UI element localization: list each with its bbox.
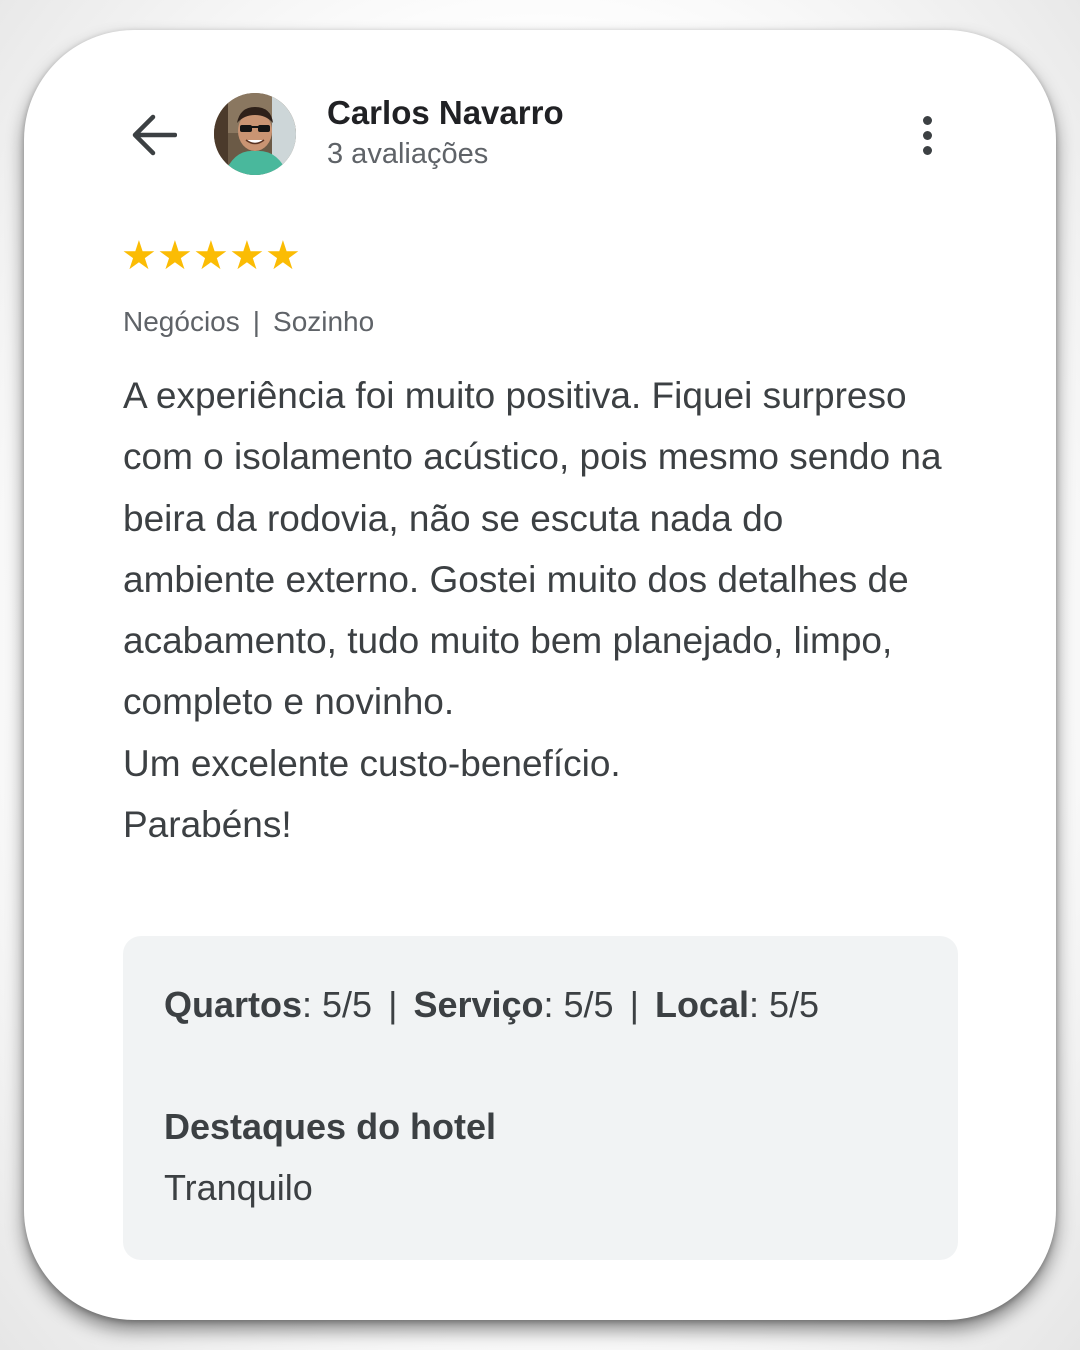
review-paragraph: Parabéns! [123, 804, 292, 846]
rating-value-service: : 5/5 [543, 984, 614, 1025]
more-vert-icon-dot [922, 130, 932, 140]
review-card: Carlos Navarro 3 avaliações ★ ★ ★ ★ ★ Negóci… [24, 30, 1056, 1320]
highlights-value: Tranquilo [164, 1167, 313, 1208]
rating-value-rooms: : 5/5 [302, 984, 373, 1025]
more-vert-icon-dot [922, 115, 932, 125]
more-vert-icon-dot [922, 145, 932, 155]
avatar[interactable] [214, 93, 296, 175]
trip-tags: Negócios | Sozinho [123, 306, 374, 338]
review-paragraph: A experiência foi muito positiva. Fiquei… [123, 375, 942, 723]
rating-label-location: Local [654, 984, 749, 1025]
category-ratings: Quartos: 5/5 | Serviço: 5/5 | Local: 5/5 [164, 984, 819, 1026]
star-rating: ★ ★ ★ ★ ★ [121, 234, 301, 278]
back-button[interactable] [124, 108, 184, 162]
star-icon: ★ [229, 234, 265, 278]
arrow-left-icon [132, 114, 177, 156]
tag-separator: | [252, 306, 261, 337]
hotel-details-box: Quartos: 5/5 | Serviço: 5/5 | Local: 5/5 Des… [123, 936, 958, 1260]
rating-value-location: : 5/5 [748, 984, 820, 1025]
rating-separator: | [629, 984, 639, 1025]
review-count: 3 avaliações [327, 138, 489, 170]
reviewer-name[interactable]: Carlos Navarro [327, 94, 564, 132]
trip-type-tag: Negócios [123, 306, 240, 337]
more-options-button[interactable] [909, 108, 945, 162]
companions-tag: Sozinho [273, 306, 375, 337]
rating-label-service: Serviço [413, 984, 544, 1025]
review-text: A experiência foi muito positiva. Fiquei… [123, 365, 943, 855]
star-icon: ★ [193, 234, 229, 278]
rating-separator: | [388, 984, 398, 1025]
star-icon: ★ [121, 234, 157, 278]
star-icon: ★ [265, 234, 301, 278]
highlights-title: Destaques do hotel [164, 1106, 497, 1147]
review-paragraph: Um excelente custo-benefício. [123, 742, 621, 784]
rating-label-rooms: Quartos [164, 984, 303, 1025]
star-icon: ★ [157, 234, 193, 278]
